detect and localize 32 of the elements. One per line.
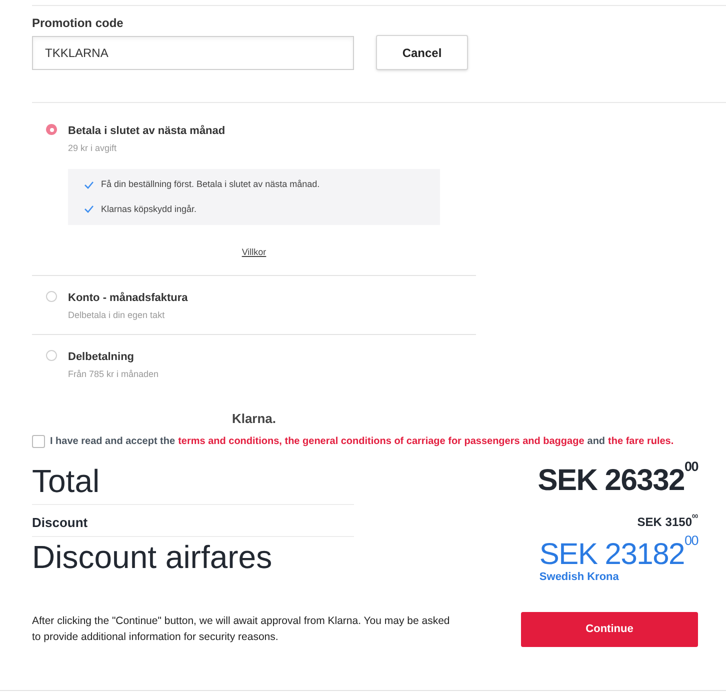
radio-button[interactable] bbox=[46, 124, 57, 135]
klarna-logo: Klarna. bbox=[232, 411, 276, 426]
option-subtitle: Delbetala i din egen takt bbox=[68, 308, 166, 322]
terms-link[interactable]: Villkor bbox=[242, 247, 266, 257]
option-subtitle: Från 785 kr i månaden bbox=[68, 368, 159, 380]
notice-text: After clicking the "Continue" button, we will await approval from Klarna. You may be asked to provide additional information for security reasons. bbox=[32, 614, 451, 645]
check-icon bbox=[84, 180, 94, 189]
price: SEK 23182$^{00}$ bbox=[539, 537, 698, 572]
check-icon bbox=[84, 205, 94, 214]
feature-text: Få din beställning först. Betala i slutet av nästa månad. bbox=[101, 178, 320, 191]
cancel-button[interactable]: Cancel bbox=[376, 35, 468, 70]
promotion-code-field[interactable]: TKKLARNA bbox=[32, 36, 354, 70]
terms-text: and bbox=[587, 435, 606, 449]
summary-label: Discount airfares bbox=[32, 538, 274, 577]
price: SEK 3150$^{00}$ bbox=[637, 513, 698, 531]
option-title: Konto - månadsfaktura bbox=[68, 291, 188, 306]
feature-text: Klarnas köpskydd ingår. bbox=[101, 202, 197, 216]
option-title: Betala i slutet av nästa månad bbox=[68, 124, 226, 139]
radio-button[interactable] bbox=[46, 291, 57, 302]
field-label: Promotion code bbox=[32, 15, 124, 32]
terms-text: I have read and accept the bbox=[50, 435, 176, 449]
option-subtitle: 29 kr i avgift bbox=[68, 142, 118, 155]
continue-button[interactable]: Continue bbox=[521, 612, 698, 646]
radio-button[interactable] bbox=[46, 350, 57, 361]
terms-link[interactable]: terms and conditions, the general conditions of carriage for passengers and baggage bbox=[178, 434, 584, 449]
price: SEK 26332$^{00}$ bbox=[538, 461, 698, 499]
terms-link[interactable]: the fare rules. bbox=[608, 434, 674, 449]
summary-label: Total bbox=[32, 461, 354, 505]
checkbox[interactable] bbox=[32, 435, 45, 448]
option-title: Delbetalning bbox=[68, 350, 136, 365]
summary-label: Discount bbox=[32, 505, 354, 537]
currency-name: Swedish Krona bbox=[539, 570, 619, 585]
